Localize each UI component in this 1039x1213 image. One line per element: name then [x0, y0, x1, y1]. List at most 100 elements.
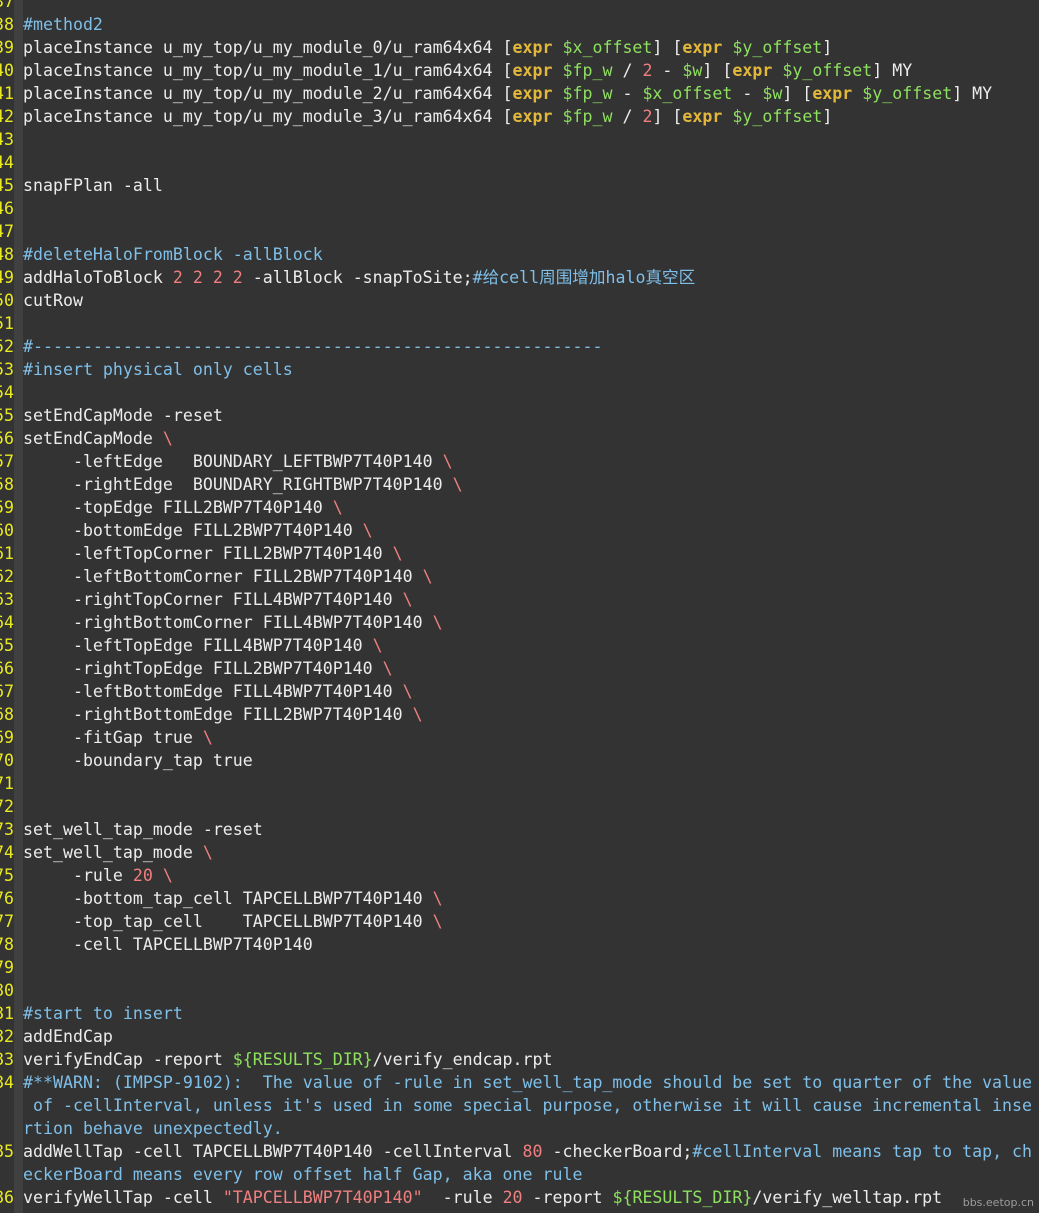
code-token: setEndCapMode [23, 429, 163, 448]
code-line[interactable]: 45 snapFPlan -all [0, 174, 1039, 197]
code-line[interactable]: 40 placeInstance u_my_top/u_my_module_1/u… [0, 59, 1039, 82]
code-token: addEndCap [23, 1027, 113, 1046]
line-content: -rightEdge BOUNDARY_RIGHTBWP7T40P140 \ [23, 473, 1035, 496]
line-number: 59 [0, 498, 14, 517]
code-line[interactable]: 63 -rightTopCorner FILL4BWP7T40P140 \ [0, 588, 1039, 611]
code-token: rtion behave unexpectedly. [23, 1119, 283, 1138]
line-number: 41 [0, 84, 14, 103]
line-content: -rightTopEdge FILL2BWP7T40P140 \ [23, 657, 1035, 680]
line-content: -rightTopCorner FILL4BWP7T40P140 \ [23, 588, 1035, 611]
code-line[interactable]: 49 addHaloToBlock 2 2 2 2 -allBlock -snap… [0, 266, 1039, 289]
code-line[interactable]: 81 #start to insert [0, 1002, 1039, 1025]
line-content: -bottomEdge FILL2BWP7T40P140 \ [23, 519, 1035, 542]
code-line[interactable]: 67 -leftBottomEdge FILL4BWP7T40P140 \ [0, 680, 1039, 703]
code-token: expr [512, 84, 553, 103]
code-line[interactable]: 84 #**WARN: (IMPSP-9102): The value of -r… [0, 1071, 1039, 1094]
line-number: 72 [0, 797, 14, 816]
code-token: ] [ [652, 38, 683, 57]
code-line[interactable]: 74 set_well_tap_mode \ [0, 841, 1039, 864]
code-line[interactable]: 78 -cell TAPCELLBWP7T40P140 [0, 933, 1039, 956]
line-number: 82 [0, 1027, 14, 1046]
code-token: placeInstance u_my_top/u_my_module_3/u_r… [23, 107, 513, 126]
code-line[interactable]: 58 -rightEdge BOUNDARY_RIGHTBWP7T40P140 … [0, 473, 1039, 496]
line-number [0, 1163, 14, 1186]
code-line[interactable]: 71 [0, 772, 1039, 795]
code-token: -rightEdge BOUNDARY_RIGHTBWP7T40P140 [23, 475, 453, 494]
line-content: -rightBottomEdge FILL2BWP7T40P140 \ [23, 703, 1035, 726]
line-content: set_well_tap_mode \ [23, 841, 1035, 864]
code-line[interactable]: 50 cutRow [0, 289, 1039, 312]
line-content: of -cellInterval, unless it's used in so… [23, 1094, 1035, 1117]
code-token: 2 2 2 2 [172, 268, 243, 287]
code-token: \ [402, 682, 413, 701]
code-line[interactable]: eckerBoard means every row offset half G… [0, 1163, 1039, 1186]
line-number: 43 [0, 130, 14, 149]
code-line[interactable]: 51 [0, 312, 1039, 335]
code-line[interactable]: 47 [0, 220, 1039, 243]
code-line[interactable]: 60 -bottomEdge FILL2BWP7T40P140 \ [0, 519, 1039, 542]
code-line[interactable]: 68 -rightBottomEdge FILL2BWP7T40P140 \ [0, 703, 1039, 726]
code-line[interactable]: 52 #-------------------------------------… [0, 335, 1039, 358]
code-line[interactable]: 82 addEndCap [0, 1025, 1039, 1048]
code-line[interactable]: 65 -leftTopEdge FILL4BWP7T40P140 \ [0, 634, 1039, 657]
code-line[interactable]: 53 #insert physical only cells [0, 358, 1039, 381]
code-token: ${RESULTS_DIR} [232, 1050, 373, 1069]
code-line[interactable]: 62 -leftBottomCorner FILL2BWP7T40P140 \ [0, 565, 1039, 588]
code-line[interactable]: of -cellInterval, unless it's used in so… [0, 1094, 1039, 1117]
line-number: 79 [0, 958, 14, 977]
code-token: $fp_w [562, 61, 613, 80]
code-lines[interactable]: 37 38 #method2 39 placeInstance u_my_top/u_m… [0, 0, 1039, 1209]
code-token: -leftBottomEdge FILL4BWP7T40P140 [23, 682, 403, 701]
code-token: -bottom_tap_cell TAPCELLBWP7T40P140 [23, 889, 433, 908]
code-line[interactable]: 41 placeInstance u_my_top/u_my_module_2/u… [0, 82, 1039, 105]
code-line[interactable]: 64 -rightBottomCorner FILL4BWP7T40P140 \ [0, 611, 1039, 634]
code-line[interactable]: 66 -rightTopEdge FILL2BWP7T40P140 \ [0, 657, 1039, 680]
code-line[interactable]: 39 placeInstance u_my_top/u_my_module_0/u… [0, 36, 1039, 59]
code-line[interactable]: 59 -topEdge FILL2BWP7T40P140 \ [0, 496, 1039, 519]
code-line[interactable]: 80 [0, 979, 1039, 1002]
code-token: -leftTopCorner FILL2BWP7T40P140 [23, 544, 393, 563]
code-token: ] [ [702, 61, 733, 80]
code-line[interactable]: rtion behave unexpectedly. [0, 1117, 1039, 1140]
code-line[interactable]: 83 verifyEndCap -report ${RESULTS_DIR}/ve… [0, 1048, 1039, 1071]
code-line[interactable]: 85 addWellTap -cell TAPCELLBWP7T40P140 -c… [0, 1140, 1039, 1163]
line-number: 66 [0, 659, 14, 678]
line-number: 68 [0, 705, 14, 724]
code-token: set_well_tap_mode -reset [23, 820, 263, 839]
line-number: 47 [0, 222, 14, 241]
code-line[interactable]: 56 setEndCapMode \ [0, 427, 1039, 450]
code-token: \ [412, 705, 423, 724]
code-line[interactable]: 44 [0, 151, 1039, 174]
code-token: #给cell周围增加halo真空区 [472, 268, 696, 287]
code-line[interactable]: 69 -fitGap true \ [0, 726, 1039, 749]
code-line[interactable]: 77 -top_tap_cell TAPCELLBWP7T40P140 \ [0, 910, 1039, 933]
code-line[interactable]: 57 -leftEdge BOUNDARY_LEFTBWP7T40P140 \ [0, 450, 1039, 473]
code-line[interactable]: 73 set_well_tap_mode -reset [0, 818, 1039, 841]
code-editor[interactable]: 37 38 #method2 39 placeInstance u_my_top/u_m… [0, 0, 1039, 1213]
code-token: expr [732, 61, 773, 80]
code-line[interactable]: 75 -rule 20 \ [0, 864, 1039, 887]
code-token: /verify_endcap.rpt [372, 1050, 553, 1069]
code-line[interactable]: 72 [0, 795, 1039, 818]
code-line[interactable]: 55 setEndCapMode -reset [0, 404, 1039, 427]
code-line[interactable]: 86 verifyWellTap -cell "TAPCELLBWP7T40P14… [0, 1186, 1039, 1209]
line-content: setEndCapMode -reset [23, 404, 1035, 427]
code-line[interactable]: 37 [0, 0, 1039, 13]
code-line[interactable]: 48 #deleteHaloFromBlock -allBlock [0, 243, 1039, 266]
code-line[interactable]: 76 -bottom_tap_cell TAPCELLBWP7T40P140 \ [0, 887, 1039, 910]
code-line[interactable]: 70 -boundary_tap true [0, 749, 1039, 772]
code-line[interactable]: 61 -leftTopCorner FILL2BWP7T40P140 \ [0, 542, 1039, 565]
code-token: expr [682, 38, 723, 57]
code-line[interactable]: 79 [0, 956, 1039, 979]
code-line[interactable]: 43 [0, 128, 1039, 151]
code-line[interactable]: 38 #method2 [0, 13, 1039, 36]
line-number: 61 [0, 544, 14, 563]
code-token: / [612, 107, 643, 126]
code-token: -bottomEdge FILL2BWP7T40P140 [23, 521, 363, 540]
code-token: 80 [522, 1142, 543, 1161]
code-token: \ [442, 452, 453, 471]
code-line[interactable]: 46 [0, 197, 1039, 220]
code-line[interactable]: 42 placeInstance u_my_top/u_my_module_3/u… [0, 105, 1039, 128]
line-content: -rightBottomCorner FILL4BWP7T40P140 \ [23, 611, 1035, 634]
code-line[interactable]: 54 [0, 381, 1039, 404]
